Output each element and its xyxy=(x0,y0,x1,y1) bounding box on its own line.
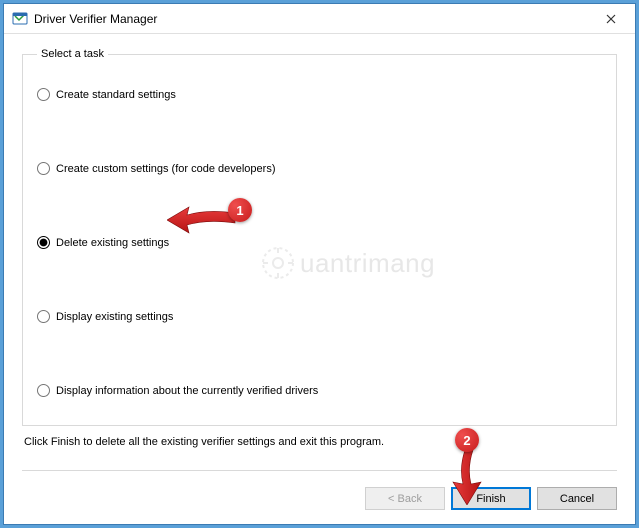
close-button[interactable] xyxy=(588,5,633,33)
instruction-text: Click Finish to delete all the existing … xyxy=(22,436,617,448)
window: Driver Verifier Manager Select a task Cr… xyxy=(3,3,636,525)
radio-create-custom[interactable]: Create custom settings (for code develop… xyxy=(37,162,276,175)
cancel-button[interactable]: Cancel xyxy=(537,487,617,510)
radio-delete-existing[interactable]: Delete existing settings xyxy=(37,236,169,249)
radio-display-existing-input[interactable] xyxy=(37,310,50,323)
button-row: < Back Finish Cancel xyxy=(4,477,635,524)
radio-label: Create standard settings xyxy=(56,89,176,101)
app-icon xyxy=(12,11,28,27)
window-title: Driver Verifier Manager xyxy=(34,12,588,26)
back-button: < Back xyxy=(365,487,445,510)
radio-delete-existing-input[interactable] xyxy=(37,236,50,249)
groupbox-legend: Select a task xyxy=(37,48,108,60)
radio-label: Display information about the currently … xyxy=(56,385,318,397)
radio-display-info-input[interactable] xyxy=(37,384,50,397)
separator xyxy=(22,470,617,471)
dialog-body: Select a task Create standard settings C… xyxy=(4,34,635,477)
close-icon xyxy=(606,14,616,24)
radio-label: Delete existing settings xyxy=(56,237,169,249)
radio-create-standard[interactable]: Create standard settings xyxy=(37,88,176,101)
finish-button[interactable]: Finish xyxy=(451,487,531,510)
radio-create-standard-input[interactable] xyxy=(37,88,50,101)
radio-label: Display existing settings xyxy=(56,311,173,323)
task-groupbox: Select a task Create standard settings C… xyxy=(22,48,617,426)
radio-label: Create custom settings (for code develop… xyxy=(56,163,276,175)
radio-create-custom-input[interactable] xyxy=(37,162,50,175)
radio-display-info[interactable]: Display information about the currently … xyxy=(37,384,318,397)
radio-display-existing[interactable]: Display existing settings xyxy=(37,310,173,323)
titlebar: Driver Verifier Manager xyxy=(4,4,635,34)
